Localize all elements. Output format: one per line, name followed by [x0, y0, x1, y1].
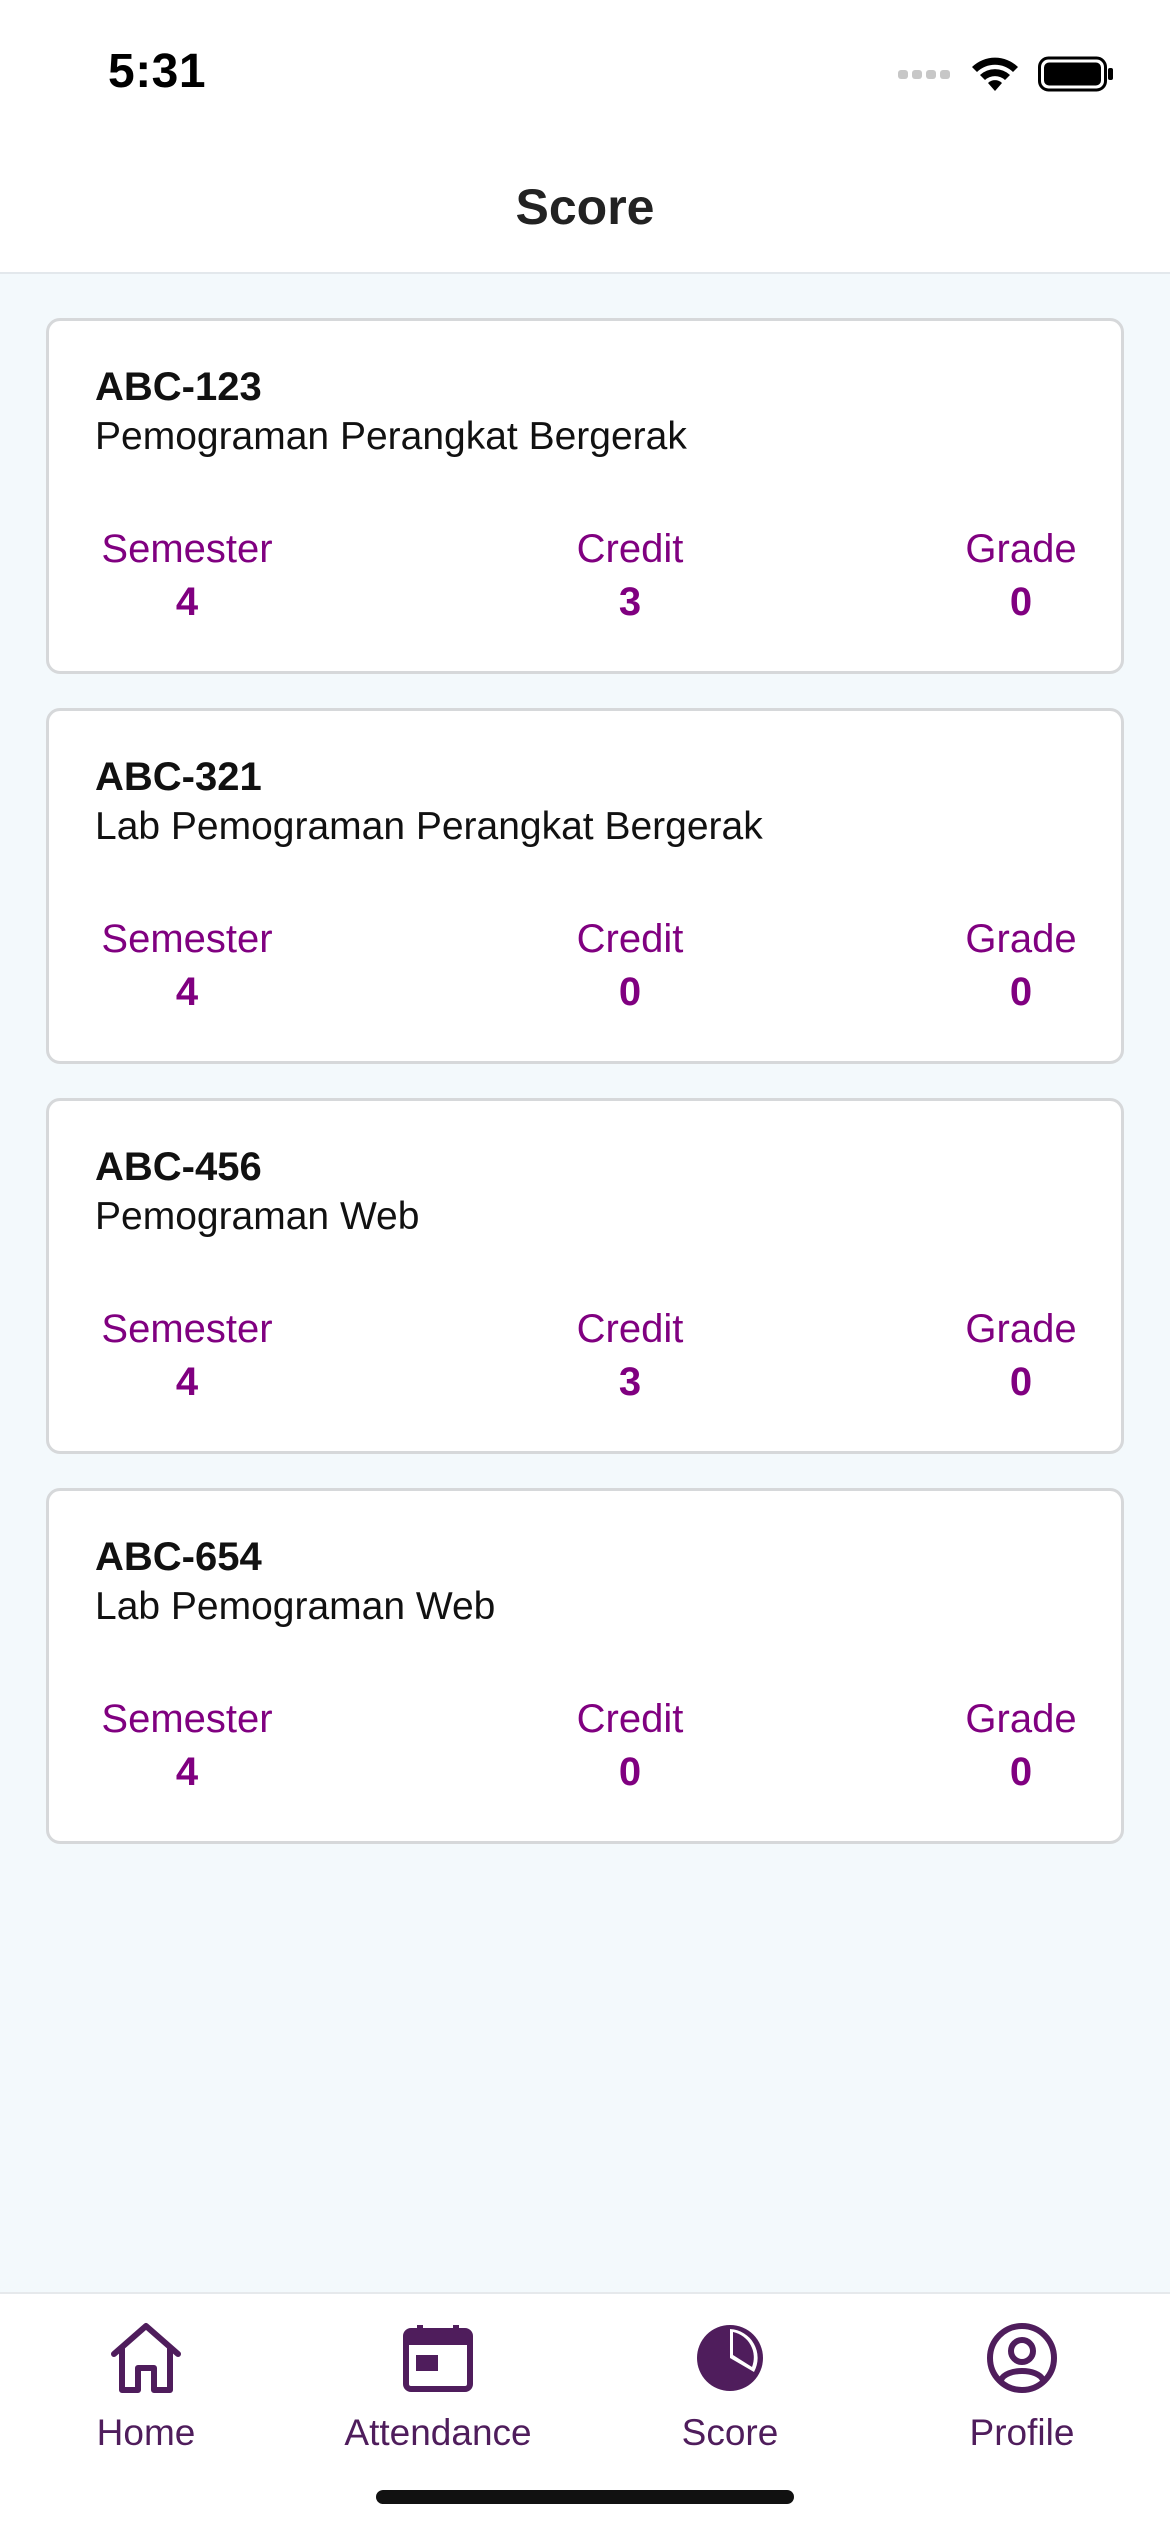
grade-value: 0	[1009, 580, 1033, 624]
pie-chart-icon	[600, 2308, 860, 2408]
grade-label: Grade	[965, 917, 1077, 961]
home-indicator	[376, 2490, 794, 2504]
course-code: ABC-123	[95, 365, 262, 409]
tab-home-label: Home	[96, 2412, 196, 2453]
credit-stat: Credit 3	[559, 1307, 701, 1405]
grade-stat: Grade 0	[959, 527, 1083, 625]
tab-profile[interactable]: Profile	[892, 2308, 1152, 2454]
semester-value: 4	[175, 1750, 199, 1794]
semester-stat: Semester 4	[95, 1697, 279, 1795]
semester-value: 4	[175, 580, 199, 624]
grade-stat: Grade 0	[959, 1697, 1083, 1795]
semester-label: Semester	[101, 1307, 273, 1351]
tab-attendance-label: Attendance	[344, 2412, 532, 2453]
course-code: ABC-456	[95, 1145, 262, 1189]
grade-value: 0	[1009, 970, 1033, 1014]
grade-value: 0	[1009, 1750, 1033, 1794]
home-icon	[16, 2308, 276, 2408]
semester-stat: Semester 4	[95, 1307, 279, 1405]
course-name: Lab Pemograman Web	[95, 1585, 496, 1628]
battery-icon	[1038, 56, 1113, 92]
course-name: Pemograman Perangkat Bergerak	[95, 415, 687, 458]
semester-value: 4	[175, 1360, 199, 1404]
status-time: 5:31	[108, 45, 207, 98]
status-icons	[898, 52, 1114, 96]
course-name: Pemograman Web	[95, 1195, 420, 1238]
tab-home[interactable]: Home	[16, 2308, 276, 2454]
semester-label: Semester	[101, 1697, 273, 1741]
semester-value: 4	[175, 970, 199, 1014]
course-card[interactable]: ABC-321 Lab Pemograman Perangkat Bergera…	[46, 708, 1124, 1064]
credit-label: Credit	[576, 1307, 684, 1351]
grade-stat: Grade 0	[959, 1307, 1083, 1405]
semester-stat: Semester 4	[95, 917, 279, 1015]
nav-header: Score	[0, 140, 1170, 274]
semester-label: Semester	[101, 527, 273, 571]
calendar-icon	[308, 2308, 568, 2408]
grade-value: 0	[1009, 1360, 1033, 1404]
credit-stat: Credit 0	[559, 917, 701, 1015]
user-circle-icon	[892, 2308, 1152, 2408]
tab-attendance[interactable]: Attendance	[308, 2308, 568, 2454]
tab-profile-label: Profile	[969, 2412, 1075, 2453]
page-title: Score	[515, 179, 655, 235]
credit-value: 0	[618, 1750, 642, 1794]
course-card[interactable]: ABC-654 Lab Pemograman Web Semester 4 Cr…	[46, 1488, 1124, 1844]
credit-value: 0	[618, 970, 642, 1014]
wifi-icon	[972, 57, 1018, 91]
credit-stat: Credit 3	[559, 527, 701, 625]
course-card[interactable]: ABC-456 Pemograman Web Semester 4 Credit…	[46, 1098, 1124, 1454]
credit-value: 3	[618, 1360, 642, 1404]
status-bar: 5:31	[0, 0, 1170, 140]
credit-value: 3	[618, 580, 642, 624]
semester-stat: Semester 4	[95, 527, 279, 625]
course-name: Lab Pemograman Perangkat Bergerak	[95, 805, 763, 848]
credit-label: Credit	[576, 1697, 684, 1741]
cellular-signal-icon	[898, 70, 950, 79]
course-code: ABC-321	[95, 755, 262, 799]
grade-label: Grade	[965, 1697, 1077, 1741]
credit-label: Credit	[576, 917, 684, 961]
grade-label: Grade	[965, 527, 1077, 571]
grade-stat: Grade 0	[959, 917, 1083, 1015]
credit-label: Credit	[576, 527, 684, 571]
credit-stat: Credit 0	[559, 1697, 701, 1795]
course-card[interactable]: ABC-123 Pemograman Perangkat Bergerak Se…	[46, 318, 1124, 674]
course-code: ABC-654	[95, 1535, 262, 1579]
tab-score[interactable]: Score	[600, 2308, 860, 2454]
grade-label: Grade	[965, 1307, 1077, 1351]
tab-score-label: Score	[681, 2412, 779, 2453]
semester-label: Semester	[101, 917, 273, 961]
